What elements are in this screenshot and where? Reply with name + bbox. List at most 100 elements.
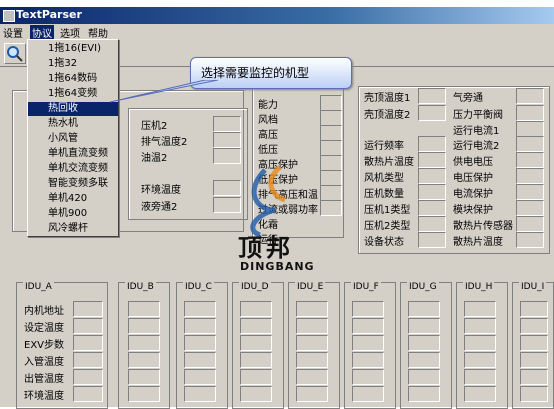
- idu-value-box: [520, 335, 548, 351]
- menu-item-smart-multi[interactable]: 智能变频多联: [28, 177, 118, 191]
- idu-value-box: [240, 301, 272, 317]
- menu-item-1-64-inverter[interactable]: 1拖64变频: [28, 87, 118, 101]
- magnifier-icon: [7, 46, 23, 62]
- value-box: [418, 136, 446, 152]
- idu-value-box: [352, 386, 384, 402]
- menu-item-dc-inverter[interactable]: 单机直流变频: [28, 147, 118, 161]
- value-box: [516, 152, 544, 168]
- menu-item-1-16-evi[interactable]: 1拖16(EVI): [28, 42, 118, 56]
- menu-item-ac-inverter[interactable]: 单机交流变频: [28, 162, 118, 176]
- idu-value-box: [296, 369, 328, 385]
- title-bar: TextParser: [0, 7, 554, 24]
- menu-item-1-32[interactable]: 1拖32: [28, 57, 118, 71]
- idu-value-box: [464, 301, 496, 317]
- menu-item-small-duct[interactable]: 小风管: [28, 132, 118, 146]
- label-compressor1-type: 压机1类型: [364, 205, 411, 216]
- idu-value-box: [128, 335, 160, 351]
- protocol-dropdown: 1拖16(EVI) 1拖32 1拖64数码 1拖64变频 热回收 热水机 小风管…: [27, 39, 119, 237]
- label-low-pressure: 低压: [258, 145, 278, 156]
- value-box: [516, 136, 544, 152]
- idu-value-box: [128, 352, 160, 368]
- idu-value-box: [240, 352, 272, 368]
- idu-value-box: [296, 318, 328, 334]
- menu-options[interactable]: 选项: [60, 25, 80, 40]
- value-box: [516, 184, 544, 200]
- value-box: [320, 95, 342, 111]
- label-supply-voltage: 供电电压: [453, 157, 493, 168]
- idu-value-box: [352, 335, 384, 351]
- label-voltage-protect: 电压保护: [453, 173, 493, 184]
- menu-item-screw[interactable]: 风冷螺杆: [28, 222, 118, 236]
- value-box: [418, 184, 446, 200]
- value-box: [213, 132, 241, 148]
- label-outlet-temp: 出管温度: [24, 374, 64, 385]
- idu-value-box: [128, 369, 160, 385]
- label-inlet-temp: 入管温度: [24, 357, 64, 368]
- menu-item-heat-recovery[interactable]: 热回收: [28, 102, 118, 116]
- value-box: [320, 125, 342, 141]
- idu-value-box: [73, 335, 103, 351]
- search-button[interactable]: [4, 43, 26, 64]
- idu-value-box: [352, 318, 384, 334]
- label-run-current2: 运行电流2: [453, 141, 500, 152]
- menu-settings[interactable]: 设置: [3, 25, 23, 40]
- idu-value-box: [73, 369, 103, 385]
- idu-value-box: [240, 335, 272, 351]
- label-shell-temp2: 壳顶温度2: [364, 110, 411, 121]
- idu-value-box: [128, 301, 160, 317]
- menu-item-420[interactable]: 单机420: [28, 192, 118, 206]
- label-run-current1: 运行电流1: [453, 126, 500, 137]
- menu-bar: 设置 协议 选项 帮助: [0, 24, 554, 40]
- idu-value-box: [464, 386, 496, 402]
- cropped-top-strip: [0, 0, 554, 7]
- idu-value-box: [184, 386, 216, 402]
- idu-value-box: [73, 386, 103, 402]
- idu-value-box: [240, 318, 272, 334]
- idu-value-box: [128, 318, 160, 334]
- idu-value-box: [464, 318, 496, 334]
- idu-value-box: [73, 352, 103, 368]
- idu-value-box: [520, 318, 548, 334]
- value-box: [418, 232, 446, 248]
- idu-value-box: [464, 369, 496, 385]
- idu-b-header: IDU_B: [125, 282, 156, 292]
- idu-value-box: [520, 386, 548, 402]
- idu-value-box: [296, 301, 328, 317]
- brand-en: DINGBANG: [240, 260, 315, 273]
- idu-value-box: [296, 352, 328, 368]
- label-fan-level: 风档: [258, 115, 278, 126]
- value-box: [516, 232, 544, 248]
- label-set-temp: 设定温度: [24, 323, 64, 334]
- idu-value-box: [73, 318, 103, 334]
- idu-value-box: [184, 318, 216, 334]
- label-heatsink-temp: 散热片温度: [364, 157, 414, 168]
- label-pressure-balance-valve: 压力平衡阀: [453, 110, 503, 121]
- idu-value-box: [352, 352, 384, 368]
- idu-value-box: [240, 369, 272, 385]
- brand-cn: 顶邦: [238, 234, 294, 262]
- idu-value-box: [408, 352, 440, 368]
- idu-value-box: [408, 318, 440, 334]
- value-box: [516, 168, 544, 184]
- value-box: [516, 121, 544, 137]
- idu-value-box: [184, 301, 216, 317]
- idu-g-header: IDU_G: [407, 282, 439, 292]
- menu-item-water-heater[interactable]: 热水机: [28, 117, 118, 131]
- menu-help[interactable]: 帮助: [88, 25, 108, 40]
- menu-item-900[interactable]: 单机900: [28, 207, 118, 221]
- idu-value-box: [408, 386, 440, 402]
- value-box: [418, 216, 446, 232]
- idu-value-box: [520, 352, 548, 368]
- label-compressor2-type: 压机2类型: [364, 221, 411, 232]
- value-box: [213, 116, 241, 132]
- idu-a-header: IDU_A: [23, 282, 54, 292]
- idu-value-box: [296, 335, 328, 351]
- menu-protocol[interactable]: 协议: [30, 25, 54, 40]
- menu-item-1-64-digital[interactable]: 1拖64数码: [28, 72, 118, 86]
- idu-d-header: IDU_D: [239, 282, 271, 292]
- idu-i-header: IDU_I: [519, 282, 547, 292]
- label-discharge-temp2: 排气温度2: [141, 137, 188, 148]
- idu-value-box: [240, 386, 272, 402]
- value-box: [320, 140, 342, 156]
- window-title: TextParser: [16, 8, 82, 21]
